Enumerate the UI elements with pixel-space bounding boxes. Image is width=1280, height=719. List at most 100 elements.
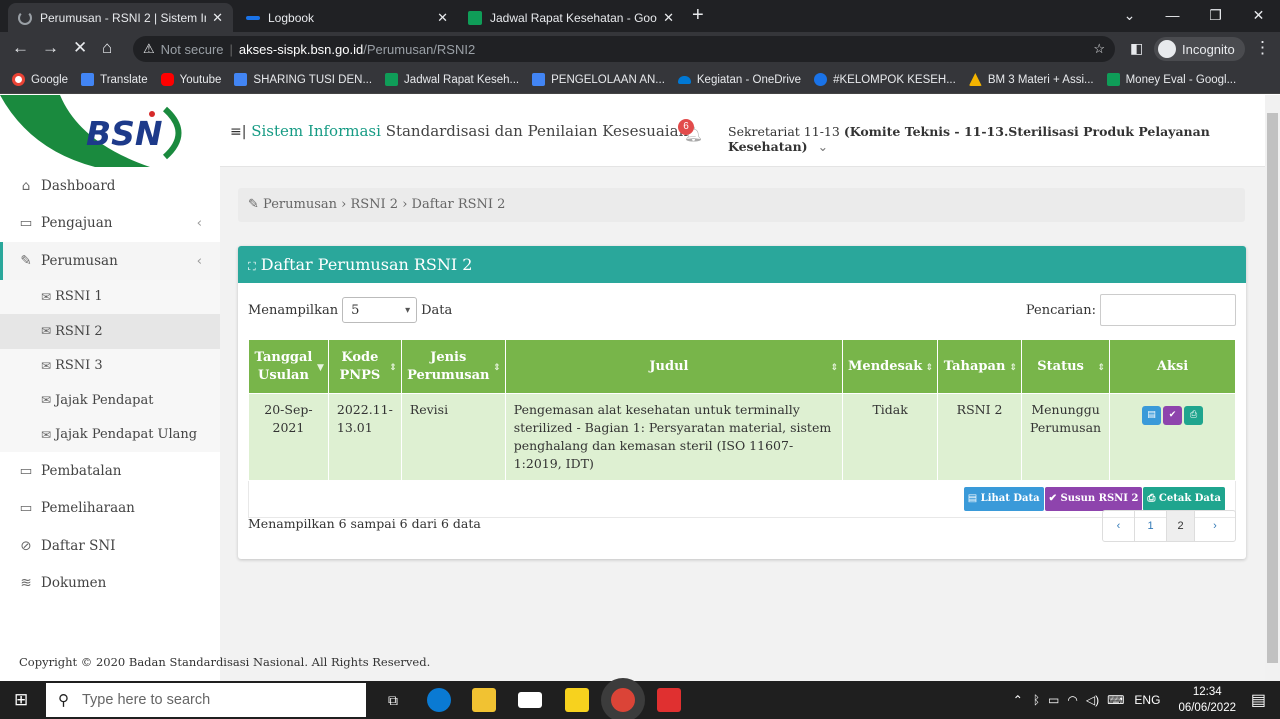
- incognito-badge[interactable]: Incognito: [1154, 37, 1245, 61]
- docs-icon: [532, 73, 546, 86]
- close-tab-icon[interactable]: ✕: [212, 10, 223, 26]
- notification-badge: 6: [678, 119, 694, 135]
- close-window-button[interactable]: ✕: [1237, 0, 1280, 32]
- bsn-logo[interactable]: BSN: [0, 95, 220, 167]
- sheets-icon: [385, 73, 399, 86]
- col-judul[interactable]: Judul ⇕: [504, 339, 844, 394]
- taskbar-search[interactable]: ⚲ Type here to search: [46, 683, 366, 717]
- view-icon[interactable]: ▤: [1142, 406, 1162, 425]
- bookmark-kelompok[interactable]: #KELOMPOK KESEH...: [814, 73, 956, 86]
- susun-rsni2-button[interactable]: ✔ Susun RSNI 2: [1044, 487, 1143, 511]
- breadcrumb-perumusan[interactable]: Perumusan: [263, 197, 337, 212]
- search-input[interactable]: [1100, 294, 1236, 326]
- close-tab-icon[interactable]: ✕: [437, 10, 448, 26]
- url-field[interactable]: ⚠ Not secure | akses-sispk.bsn.go.id/Per…: [133, 36, 1115, 62]
- table-header-row: Tanggal Usulan ▼ Kode PNPS ⇕ Jenis Perumus…: [248, 339, 1236, 394]
- star-icon[interactable]: ☆: [1093, 41, 1105, 57]
- bookmark-translate[interactable]: Translate: [81, 73, 148, 86]
- new-tab-button[interactable]: +: [692, 4, 704, 27]
- bookmark-money-eval[interactable]: Money Eval - Googl...: [1106, 73, 1236, 86]
- hamburger-icon[interactable]: ≡|: [230, 124, 246, 140]
- keyboard-icon[interactable]: ⌨: [1107, 693, 1124, 707]
- col-tahapan[interactable]: Tahapan ⇕: [937, 339, 1022, 394]
- bookmark-jadwal[interactable]: Jadwal Rapat Keseh...: [385, 73, 519, 86]
- page-2-button[interactable]: 2: [1167, 511, 1195, 541]
- close-tab-icon[interactable]: ✕: [663, 10, 674, 26]
- sticky-notes-icon[interactable]: [565, 688, 589, 712]
- col-jenis[interactable]: Jenis Perumusan ⇕: [400, 339, 506, 394]
- back-icon[interactable]: ←: [12, 38, 29, 58]
- lihat-data-button[interactable]: ▤ Lihat Data: [963, 487, 1044, 511]
- sidebar-item-perumusan[interactable]: ✎ Perumusan ‹: [0, 242, 220, 280]
- col-mendesak[interactable]: Mendesak ⇕: [842, 339, 939, 394]
- sidepanel-icon[interactable]: ◧: [1130, 40, 1143, 57]
- bookmark-youtube[interactable]: Youtube: [160, 73, 221, 86]
- legend-row: ▤ Lihat Data ✔ Susun RSNI 2 ⎙ Cetak Data: [248, 480, 1236, 518]
- sidebar-item-daftar-sni[interactable]: ⊘ Daftar SNI: [0, 527, 220, 565]
- bluetooth-icon[interactable]: ᛒ: [1033, 693, 1040, 707]
- language-indicator[interactable]: ENG: [1134, 693, 1160, 707]
- url-path: /Perumusan/RSNI2: [363, 41, 476, 57]
- bookmark-sharing[interactable]: SHARING TUSI DEN...: [234, 73, 372, 86]
- bookmark-google[interactable]: Google: [12, 73, 68, 86]
- forward-icon[interactable]: →: [42, 38, 59, 58]
- sidebar-item-pembatalan[interactable]: ▭ Pembatalan: [0, 452, 220, 490]
- mail-icon[interactable]: [518, 692, 542, 708]
- bookmark-pengelolaan[interactable]: PENGELOLAAN AN...: [532, 73, 665, 86]
- minimize-button[interactable]: —: [1151, 0, 1194, 32]
- page-1-button[interactable]: 1: [1135, 511, 1167, 541]
- tab-logbook[interactable]: Logbook ✕: [236, 3, 458, 32]
- search-area: Pencarian:: [1026, 294, 1236, 326]
- breadcrumb-rsni2[interactable]: RSNI 2: [350, 197, 398, 212]
- tab-title: Perumusan - RSNI 2 | Sistem Info: [40, 10, 207, 25]
- restore-button[interactable]: ❐: [1194, 0, 1237, 32]
- menu-icon[interactable]: ⋮: [1254, 38, 1271, 58]
- sidebar-item-dokumen[interactable]: ≋ Dokumen: [0, 565, 220, 603]
- length-select[interactable]: 5: [342, 297, 418, 324]
- user-menu[interactable]: Sekretariat 11-13 (Komite Teknis - 11-13…: [728, 124, 1265, 154]
- battery-icon[interactable]: ▭: [1048, 693, 1059, 707]
- next-page-button[interactable]: ›: [1195, 511, 1235, 541]
- sidebar-sub-rsni3[interactable]: ✉ RSNI 3: [0, 348, 220, 383]
- notifications-icon[interactable]: ▤: [1251, 690, 1266, 710]
- volume-icon[interactable]: ◁): [1086, 693, 1099, 707]
- sidebar-sub-rsni1[interactable]: ✉ RSNI 1: [0, 279, 220, 314]
- bookmark-bm3[interactable]: BM 3 Materi + Assi...: [968, 73, 1094, 86]
- col-kode[interactable]: Kode PNPS ⇕: [327, 339, 402, 394]
- stop-icon[interactable]: ✕: [73, 38, 87, 58]
- page-scrollbar[interactable]: [1265, 95, 1280, 681]
- file-explorer-icon[interactable]: [472, 688, 496, 712]
- bookmark-onedrive[interactable]: Kegiatan - OneDrive: [677, 74, 801, 86]
- sidebar-item-dashboard[interactable]: ⌂ Dashboard: [0, 167, 220, 205]
- user-role: Sekretariat 11-13: [728, 124, 840, 139]
- col-status[interactable]: Status ⇕: [1020, 339, 1111, 394]
- clock[interactable]: 12:34 06/06/2022: [1178, 684, 1236, 716]
- wifi-icon[interactable]: ◠: [1067, 693, 1077, 707]
- chrome-icon[interactable]: [611, 688, 635, 712]
- sidebar-sub-rsni2[interactable]: ✉ RSNI 2: [0, 314, 220, 349]
- tab-perumusan[interactable]: Perumusan - RSNI 2 | Sistem Info ✕: [8, 3, 233, 32]
- tray-chevron-icon[interactable]: ⌃: [1013, 693, 1023, 707]
- app-icon[interactable]: [657, 688, 681, 712]
- cetak-data-button[interactable]: ⎙ Cetak Data: [1143, 487, 1225, 511]
- length-label: Menampilkan: [248, 302, 339, 318]
- search-placeholder: Type here to search: [82, 692, 211, 708]
- sidebar-sub-jajak-pendapat-ulang[interactable]: ✉ Jajak Pendapat Ulang: [0, 417, 220, 452]
- chevron-left-icon: ‹: [196, 215, 202, 232]
- tab-search-icon[interactable]: ⌄: [1108, 0, 1151, 32]
- brand-rest: Standardisasi dan Penilaian Kesesuaian: [385, 122, 689, 140]
- windows-start-icon[interactable]: ⊞: [14, 690, 28, 710]
- prev-page-button[interactable]: ‹: [1103, 511, 1135, 541]
- check-icon[interactable]: ✔: [1163, 406, 1183, 425]
- task-view-icon[interactable]: ⧉: [381, 688, 405, 712]
- edge-icon[interactable]: [427, 688, 451, 712]
- print-icon[interactable]: ⎙: [1184, 406, 1204, 425]
- sidebar-sub-jajak-pendapat[interactable]: ✉ Jajak Pendapat: [0, 383, 220, 418]
- tab-jadwal[interactable]: Jadwal Rapat Kesehatan - Google ✕: [458, 3, 684, 32]
- sidebar-item-pemeliharaan[interactable]: ▭ Pemeliharaan: [0, 490, 220, 528]
- col-tanggal[interactable]: Tanggal Usulan ▼: [248, 339, 329, 394]
- home-icon[interactable]: ⌂: [102, 38, 112, 58]
- sidebar-item-pengajuan[interactable]: ▭ Pengajuan ‹: [0, 205, 220, 243]
- inbox-icon: ✉: [41, 427, 52, 442]
- table-row[interactable]: 20-Sep-2021 2022.11-13.01 Revisi Pengema…: [248, 393, 1236, 481]
